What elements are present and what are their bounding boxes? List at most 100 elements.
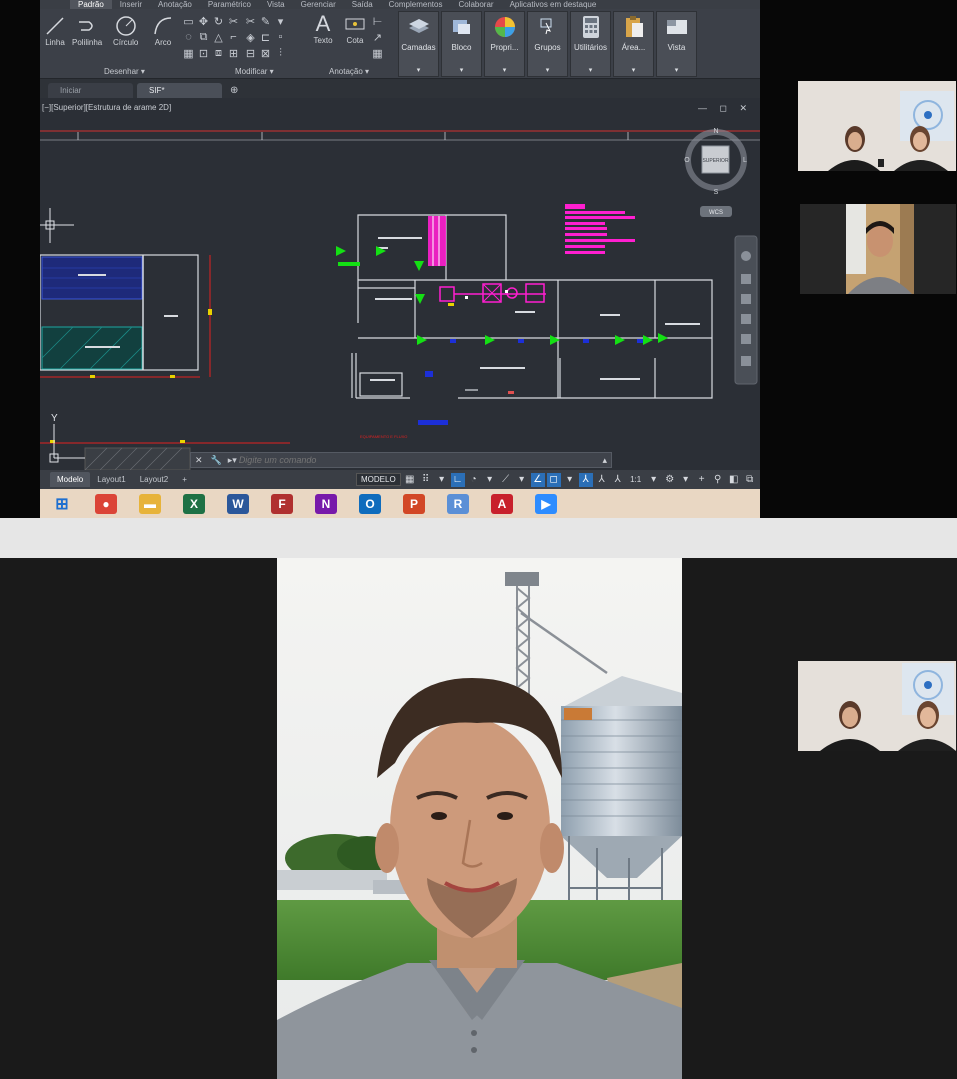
chevron-down-icon[interactable]: ▾	[647, 473, 661, 487]
navigation-bar[interactable]	[734, 235, 758, 385]
menu-icon[interactable]: ☰	[759, 473, 760, 487]
tab-sif[interactable]: SIF*	[137, 83, 222, 98]
scale-icon[interactable]: ⧈	[211, 45, 226, 61]
arc-tool-button[interactable]: Arco	[152, 15, 174, 47]
taskbar-item[interactable]: F	[260, 489, 304, 518]
text-tool-button[interactable]: A Texto	[312, 11, 334, 45]
taskbar-item[interactable]: O	[348, 489, 392, 518]
ribbon-tab-inserir[interactable]: Inserir	[112, 0, 150, 9]
ribbon-tab-anotacao[interactable]: Anotação	[150, 0, 200, 9]
annotation-visibility-icon[interactable]: ⅄	[595, 473, 609, 487]
block-button[interactable]: Bloco ▾	[441, 11, 482, 77]
hatch-icon[interactable]: ◌	[181, 29, 196, 45]
wrench-icon[interactable]: 🔧	[207, 455, 226, 466]
stretch-icon[interactable]: ⊡	[196, 45, 211, 61]
gear-icon[interactable]: ⚙	[663, 473, 677, 487]
dimension-tool-button[interactable]: Cota	[344, 13, 366, 45]
fillet-icon[interactable]: ⌐	[226, 29, 241, 45]
plus-icon[interactable]: +	[695, 473, 709, 487]
isodraft-icon[interactable]: ⟋	[499, 473, 513, 487]
taskbar-item[interactable]: X	[172, 489, 216, 518]
drawing-canvas[interactable]: EQUIPAMENTO E FLUXO Y SUPERIOR N S L O W…	[40, 98, 760, 473]
array-icon[interactable]: ⊞	[226, 45, 241, 61]
command-input[interactable]	[238, 455, 539, 465]
add-layout-plus-icon[interactable]: +	[175, 472, 194, 487]
ortho-icon[interactable]: ∟	[450, 472, 465, 487]
annotation-panel-label[interactable]: Anotação ▾	[329, 67, 369, 76]
viewport-label[interactable]: [−][Superior][Estrutura de arame 2D]	[42, 103, 171, 112]
chevron-down-icon[interactable]: ▾	[679, 473, 693, 487]
chevron-down-icon[interactable]: ▾	[435, 473, 449, 487]
ribbon-tab-complementos[interactable]: Complementos	[381, 0, 451, 9]
viewport-window-controls[interactable]: — ◻ ✕	[698, 103, 752, 114]
snap-icon[interactable]: ⠿	[419, 473, 433, 487]
taskbar-item[interactable]: R	[436, 489, 480, 518]
linear-dim-icon[interactable]: ⊢	[370, 13, 385, 29]
chevron-down-icon[interactable]: ▾	[273, 13, 288, 29]
ribbon-tab-padrao[interactable]: Padrão	[70, 0, 112, 9]
ribbon-tab-saida[interactable]: Saída	[344, 0, 381, 9]
polyline-tool-button[interactable]: Polilinha	[72, 15, 102, 47]
participant-thumbnail-man[interactable]	[800, 204, 956, 294]
tab-layout1[interactable]: Layout1	[90, 472, 132, 487]
ribbon-tab-gerenciar[interactable]: Gerenciar	[293, 0, 344, 9]
line-tool-button[interactable]: Linha	[44, 15, 66, 47]
modify-panel-label[interactable]: Modificar ▾	[235, 67, 274, 76]
annotation-scale-icon[interactable]: ⅄	[578, 472, 593, 487]
chamfer-icon[interactable]: ⊠	[258, 45, 273, 61]
polar-icon[interactable]: ◔	[467, 473, 481, 487]
viewcube[interactable]: SUPERIOR N S L O WCS	[684, 128, 747, 217]
ribbon-tab-colaborar[interactable]: Colaborar	[450, 0, 501, 9]
taskbar-item[interactable]: ▶	[524, 489, 568, 518]
chevron-down-icon[interactable]: ▾	[483, 473, 497, 487]
offset-icon[interactable]: ⊏	[258, 29, 273, 45]
grid-icon[interactable]: ▦	[403, 473, 417, 487]
taskbar-item[interactable]: N	[304, 489, 348, 518]
taskbar-item[interactable]: A	[480, 489, 524, 518]
tab-layout2[interactable]: Layout2	[133, 472, 175, 487]
taskbar-item[interactable]: P	[392, 489, 436, 518]
taskbar-item[interactable]: ●	[84, 489, 128, 518]
taskbar-item[interactable]: W	[216, 489, 260, 518]
region-icon[interactable]: ▦	[181, 45, 196, 61]
auto-scale-icon[interactable]: ⅄	[611, 473, 625, 487]
scale-label[interactable]: 1:1	[627, 473, 645, 487]
trim-icon[interactable]: ✂	[226, 13, 241, 29]
new-tab-plus-icon[interactable]: ⊕	[226, 83, 242, 98]
ribbon-tab-vista[interactable]: Vista	[259, 0, 293, 9]
draw-panel-label[interactable]: Desenhar ▾	[104, 67, 145, 76]
taskbar-item[interactable]: ▬	[128, 489, 172, 518]
clean-screen-icon[interactable]: ⧉	[743, 473, 757, 487]
active-speaker-video[interactable]	[277, 558, 682, 1079]
break-icon[interactable]: ⊟	[243, 45, 258, 61]
utilities-button[interactable]: Utilitários ▾	[570, 11, 611, 77]
mirror-icon[interactable]: △	[211, 29, 226, 45]
align-icon[interactable]: ⫶	[273, 45, 288, 61]
isolate-objects-icon[interactable]: ⚲	[711, 473, 725, 487]
circle-tool-button[interactable]: Círculo	[113, 15, 138, 47]
participant-thumbnail-two-women[interactable]	[798, 81, 956, 171]
table-icon[interactable]: ▦	[370, 45, 385, 61]
join-icon[interactable]: ▫	[273, 29, 288, 45]
properties-button[interactable]: Propri... ▾	[484, 11, 525, 77]
clipboard-button[interactable]: Área... ▾	[613, 11, 654, 77]
copy-icon[interactable]: ⧉	[196, 29, 211, 45]
object-snap-tracking-icon[interactable]: ∠	[530, 472, 545, 487]
trim-tool-icon[interactable]: ✂	[243, 13, 258, 29]
tab-modelo[interactable]: Modelo	[50, 472, 91, 487]
leader-icon[interactable]: ↗	[370, 29, 385, 45]
chevron-down-icon[interactable]: ▾	[563, 473, 577, 487]
ribbon-tab-parametrico[interactable]: Paramétrico	[200, 0, 259, 9]
tab-iniciar[interactable]: Iniciar	[48, 83, 133, 98]
view-button[interactable]: Vista ▾	[656, 11, 697, 77]
chevron-down-icon[interactable]: ▾	[515, 473, 529, 487]
move-icon[interactable]: ✥	[196, 13, 211, 29]
ribbon-tab-aplicativos[interactable]: Aplicativos em destaque	[502, 0, 605, 9]
rotate-icon[interactable]: ↻	[211, 13, 226, 29]
object-snap-icon[interactable]: ◻	[546, 472, 561, 487]
model-space-button[interactable]: MODELO	[356, 473, 401, 486]
layers-button[interactable]: Camadas ▾	[398, 11, 439, 77]
hardware-acceleration-icon[interactable]: ◧	[727, 473, 741, 487]
participant-thumbnail-two-women-bottom[interactable]	[798, 661, 956, 751]
chevron-up-icon[interactable]: ▴	[598, 455, 611, 466]
